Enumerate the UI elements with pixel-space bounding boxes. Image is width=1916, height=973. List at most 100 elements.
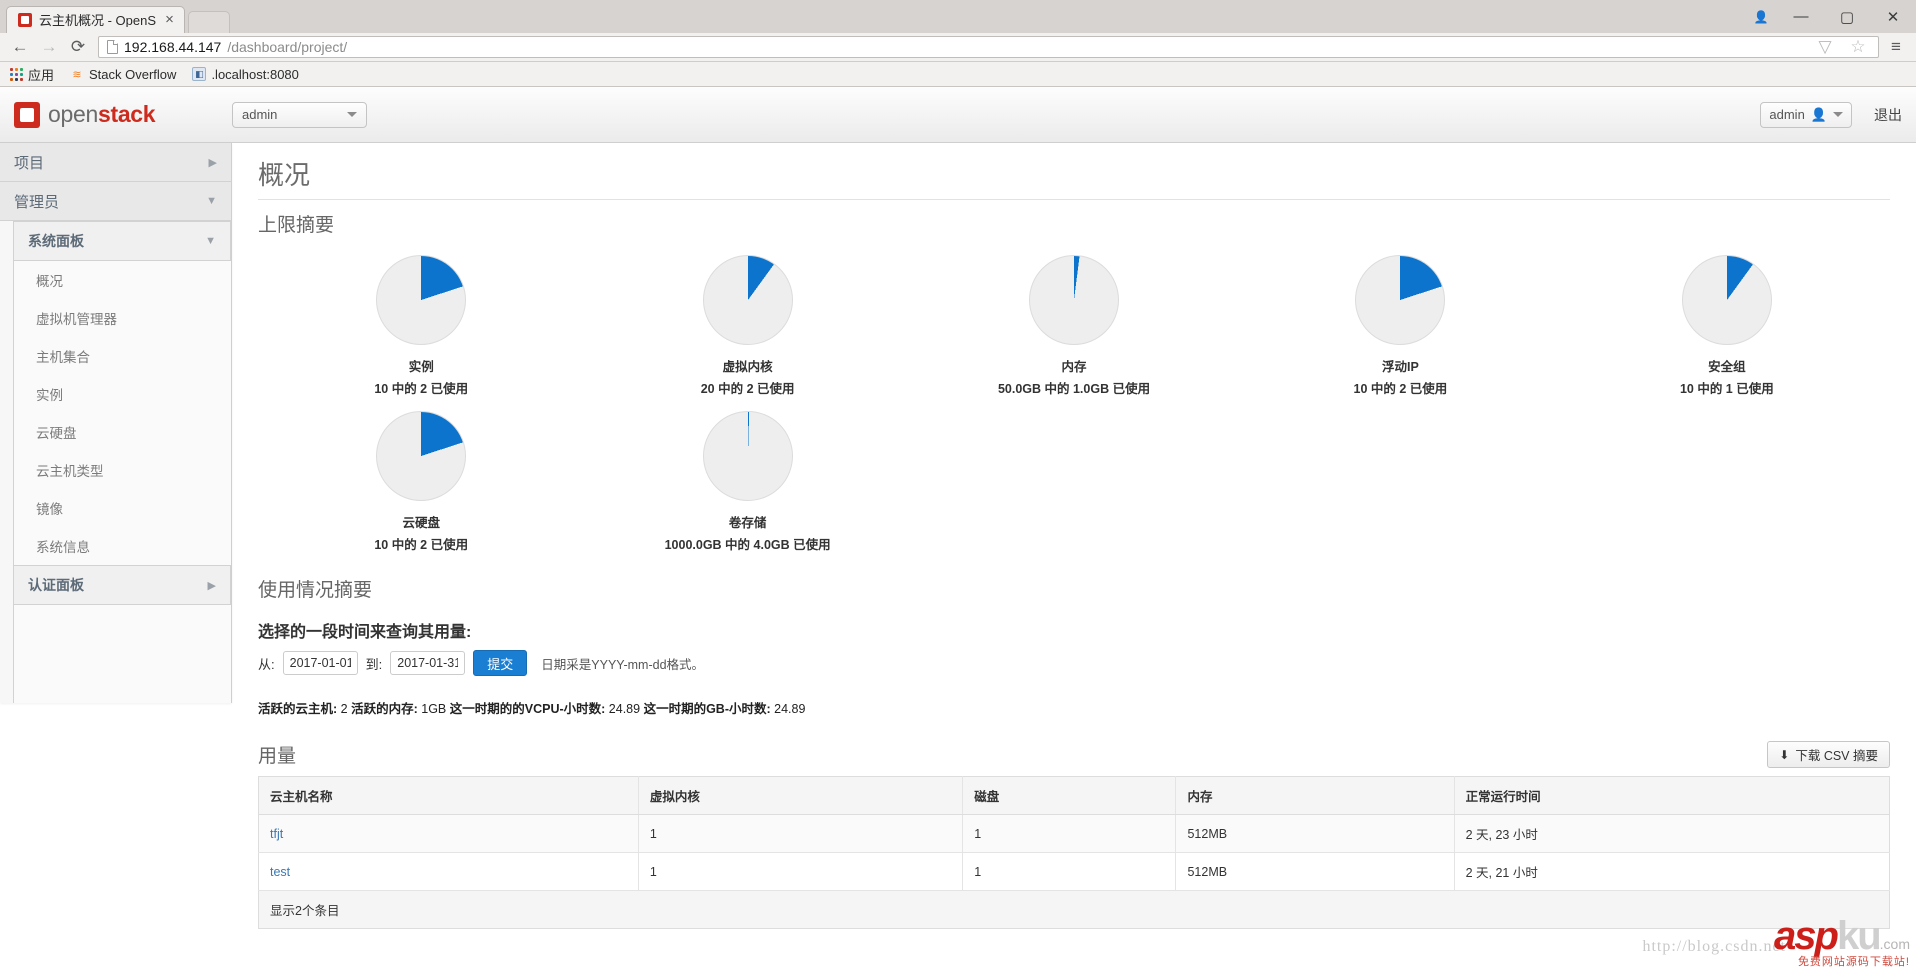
project-selector-label: admin [242,107,278,122]
watermark-url: http://blog.csdn.net [1642,938,1786,955]
from-label: 从: [258,656,275,672]
cell-disk: 1 [962,852,1177,891]
sidebar-item-images[interactable]: 镜像 [14,489,231,527]
quota-name: 安全组 [1708,360,1746,374]
bookmark-stack-overflow[interactable]: ≋ Stack Overflow [70,67,176,82]
cell-ram: 512MB [1175,814,1455,853]
column-header-2: 磁盘 [962,776,1177,815]
active-memory-value: 1GB [421,702,447,716]
sidebar-group-label: 管理员 [14,193,60,211]
sidebar-item-label: 实例 [36,388,63,403]
cell-vcpu: 1 [638,814,964,853]
usage-table-header: 用量 ⬇ 下载 CSV 摘要 [258,741,1890,768]
quota-chart-5: 云硬盘 10 中的 2 已使用 [258,397,584,553]
pie-chart [702,411,793,501]
tab-close-icon[interactable]: × [163,12,176,27]
usage-table: 云主机名称 虚拟内核 磁盘 内存 正常运行时间 tfjt 1 1 512MB 2 天, 23 小… [258,776,1890,929]
page-title: 概况 [258,155,1890,200]
reload-icon[interactable]: ⟳ [66,35,90,59]
instance-link[interactable]: tfjt [270,827,283,841]
column-header-0: 云主机名称 [258,776,639,815]
sidebar-item-volumes[interactable]: 云硬盘 [14,413,231,451]
quota-name: 云硬盘 [402,516,440,530]
bookmark-star-icon[interactable]: ☆ [1846,35,1870,59]
sidebar: 项目 ▶ 管理员 ▼ 系统面板 ▼ 概况 虚拟机管理器 主机集合 实例 云硬盘 … [0,143,232,703]
sidebar-item-label: 镜像 [36,502,63,517]
date-from-input[interactable] [282,651,358,675]
flag-icon[interactable]: ▽ [1813,35,1837,59]
sidebar-item-instances[interactable]: 实例 [14,375,231,413]
usage-table-title: 用量 [258,746,297,767]
forward-icon[interactable]: → [37,35,61,59]
quota-chart-3: 浮动IP 10 中的 2 已使用 [1237,241,1563,397]
column-header-3: 内存 [1175,776,1455,815]
sidebar-item-flavors[interactable]: 云主机类型 [14,451,231,489]
pie-chart [1029,255,1120,345]
minimize-button[interactable]: — [1778,0,1824,33]
openstack-dashboard: openstack admin admin 👤 退出 项目 ▶ 管理员 ▼ 系统… [0,87,1916,973]
quota-row-1: 实例 10 中的 2 已使用 虚拟内核 20 中的 2 已使用 内存 50.0GB 中的 … [258,241,1890,397]
user-avatar-icon: 👤 [1810,106,1827,122]
vcpu-hours-value: 24.89 [608,702,641,716]
sidebar-item-host-aggregates[interactable]: 主机集合 [14,337,231,375]
bookmarks-bar: 应用 ≋ Stack Overflow ◧ .localhost:8080 [0,62,1916,87]
sidebar-panel-label: 认证面板 [28,577,84,593]
sidebar-group-project[interactable]: 项目 ▶ [0,143,231,182]
bookmark-localhost[interactable]: ◧ .localhost:8080 [192,67,299,82]
sidebar-item-label: 云主机类型 [36,464,104,479]
cell-vcpu: 1 [638,852,964,891]
quota-chart-0: 实例 10 中的 2 已使用 [258,241,584,397]
table-row: tfjt 1 1 512MB 2 天, 23 小时 [258,814,1890,853]
back-icon[interactable]: ← [8,35,32,59]
sidebar-item-label: 概况 [36,274,63,289]
gb-hours-value: 24.89 [774,702,806,716]
app-header: openstack admin admin 👤 退出 [0,87,1916,143]
browser-menu-icon[interactable]: ≡ [1884,35,1908,59]
maximize-button[interactable]: ▢ [1824,0,1870,33]
quota-chart-2: 内存 50.0GB 中的 1.0GB 已使用 [911,241,1237,397]
logout-link[interactable]: 退出 [1874,105,1902,125]
usage-stats-line: 活跃的云主机: 2 活跃的内存: 1GB 这一时期的的VCPU-小时数: 24.… [258,698,1890,717]
window-controls: 👤 — ▢ ✕ [1744,0,1916,33]
cell-instance-name: tfjt [258,814,639,853]
sidebar-panel-identity[interactable]: 认证面板 ▶ [14,565,231,605]
openstack-logo[interactable]: openstack [14,101,200,128]
sidebar-panel-system[interactable]: 系统面板 ▼ [14,221,231,261]
new-tab-button[interactable] [188,11,231,33]
project-selector[interactable]: admin [232,101,367,128]
pie-chart [1681,255,1772,345]
sidebar-item-overview[interactable]: 概况 [14,261,231,299]
user-menu-button[interactable]: admin 👤 [1760,101,1852,128]
profile-icon[interactable]: 👤 [1744,0,1778,33]
download-csv-button[interactable]: ⬇ 下载 CSV 摘要 [1767,741,1890,768]
close-window-button[interactable]: ✕ [1870,0,1916,33]
chevron-down-icon: ▼ [205,235,216,247]
sidebar-item-hypervisors[interactable]: 虚拟机管理器 [14,299,231,337]
stack-overflow-icon: ≋ [72,68,82,81]
instance-link[interactable]: test [270,865,290,879]
sidebar-item-label: 云硬盘 [36,426,77,441]
quota-chart-1: 虚拟内核 20 中的 2 已使用 [584,241,910,397]
pie-chart [1355,255,1446,345]
quota-name: 实例 [408,360,434,374]
sidebar-group-admin[interactable]: 管理员 ▼ [0,182,231,221]
cell-disk: 1 [962,814,1177,853]
chevron-right-icon: ▶ [208,156,217,169]
chevron-down-icon [1833,112,1843,117]
pie-chart [376,411,467,501]
quota-name: 浮动IP [1382,360,1419,374]
url-host: 192.168.44.147 [124,39,222,55]
quota-spacer [1237,397,1563,553]
sidebar-group-label: 项目 [14,154,45,172]
sidebar-system-panel: 系统面板 ▼ 概况 虚拟机管理器 主机集合 实例 云硬盘 云主机类型 镜像 系统… [13,221,231,703]
submit-button[interactable]: 提交 [473,650,528,676]
sidebar-item-label: 主机集合 [36,350,90,365]
bookmark-apps[interactable]: 应用 [10,65,54,84]
date-to-input[interactable] [390,651,466,675]
address-bar[interactable]: 192.168.44.147/dashboard/project/ ▽ ☆ [98,36,1879,58]
quota-description: 1000.0GB 中的 4.0GB 已使用 [664,538,831,552]
sidebar-item-system-info[interactable]: 系统信息 [14,527,231,565]
browser-tab[interactable]: 云主机概况 - OpenS × [6,6,186,33]
pie-chart [376,255,467,345]
quota-description: 10 中的 2 已使用 [1353,382,1448,396]
